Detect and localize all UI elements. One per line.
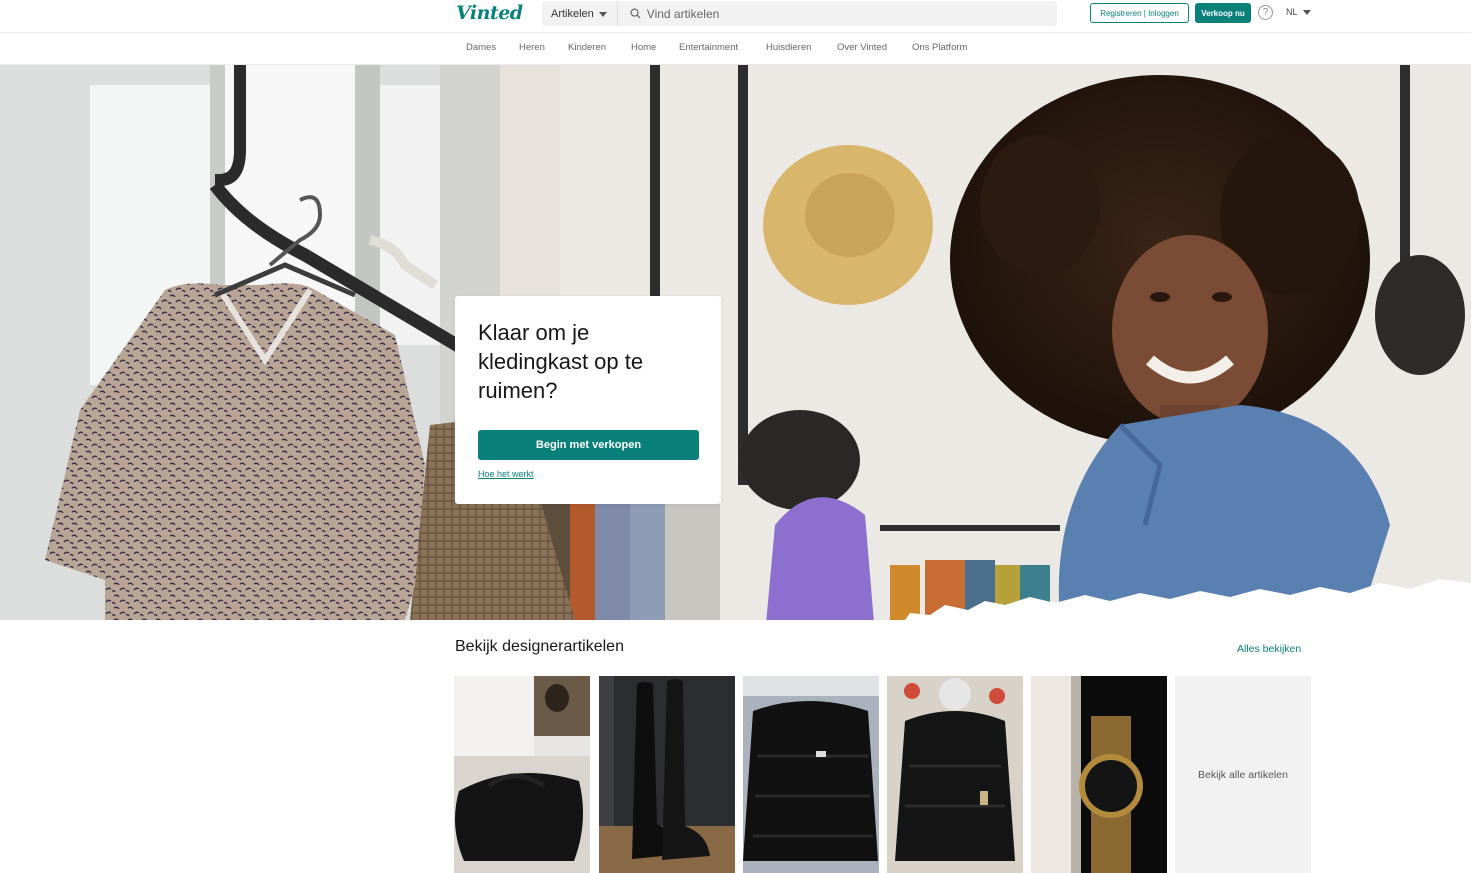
register-login-button[interactable]: Registreren | Inloggen [1090,3,1189,23]
category-dropdown[interactable]: Artikelen [542,1,618,26]
boots-photo [599,676,735,873]
see-all-items-tile[interactable]: Bekijk alle artikelen [1175,676,1311,873]
nav-item-dames[interactable]: Dames [466,42,496,53]
hero-image [0,65,1471,620]
nav-item-kinderen[interactable]: Kinderen [568,42,606,53]
designer-item-boots[interactable] [599,676,735,873]
nav-item-ons-platform[interactable]: Ons Platform [912,42,967,53]
chevron-down-icon [598,11,607,17]
start-selling-button[interactable]: Begin met verkopen [478,430,699,460]
puffer-jacket-photo [887,676,1023,873]
designer-item-watch[interactable] [1031,676,1167,873]
see-all-link[interactable]: Alles bekijken [1237,643,1301,655]
nav-item-over-vinted[interactable]: Over Vinted [837,42,887,53]
nav-item-huisdieren[interactable]: Huisdieren [766,42,811,53]
bag-photo [454,676,590,873]
sell-prompt-card: Klaar om je kledingkast op te ruimen? Be… [455,296,721,504]
search-input[interactable] [646,6,1027,21]
designer-section-title: Bekijk designerartikelen [455,638,624,655]
designer-item-puffer-jacket[interactable] [743,676,879,873]
nav-item-entertainment[interactable]: Entertainment [679,42,738,53]
category-dropdown-label: Artikelen [551,7,594,20]
hero-title: Klaar om je kledingkast op te ruimen? [478,320,644,403]
sell-now-button[interactable]: Verkoop nu [1195,3,1251,23]
language-selector[interactable]: NL [1286,7,1311,17]
category-nav: Dames Heren Kinderen Home Entertainment … [0,32,1471,65]
search-icon [628,6,643,21]
designer-item-puffer-jacket-2[interactable] [887,676,1023,873]
vinted-logo[interactable]: Vinted [456,2,523,24]
top-header: Vinted Artikelen Registreren | Inloggen … [0,0,1471,32]
designer-item-bag[interactable] [454,676,590,873]
nav-item-heren[interactable]: Heren [519,42,545,53]
chevron-down-icon [1302,10,1311,15]
how-it-works-link[interactable]: Hoe het werkt [478,469,534,479]
search-bar: Artikelen [542,1,1057,26]
help-icon[interactable]: ? [1258,5,1273,20]
language-label: NL [1286,7,1298,17]
hero-banner: Klaar om je kledingkast op te ruimen? Be… [0,65,1471,620]
nav-item-home[interactable]: Home [631,42,656,53]
watch-photo [1031,676,1167,873]
puffer-jacket-photo [743,676,879,873]
